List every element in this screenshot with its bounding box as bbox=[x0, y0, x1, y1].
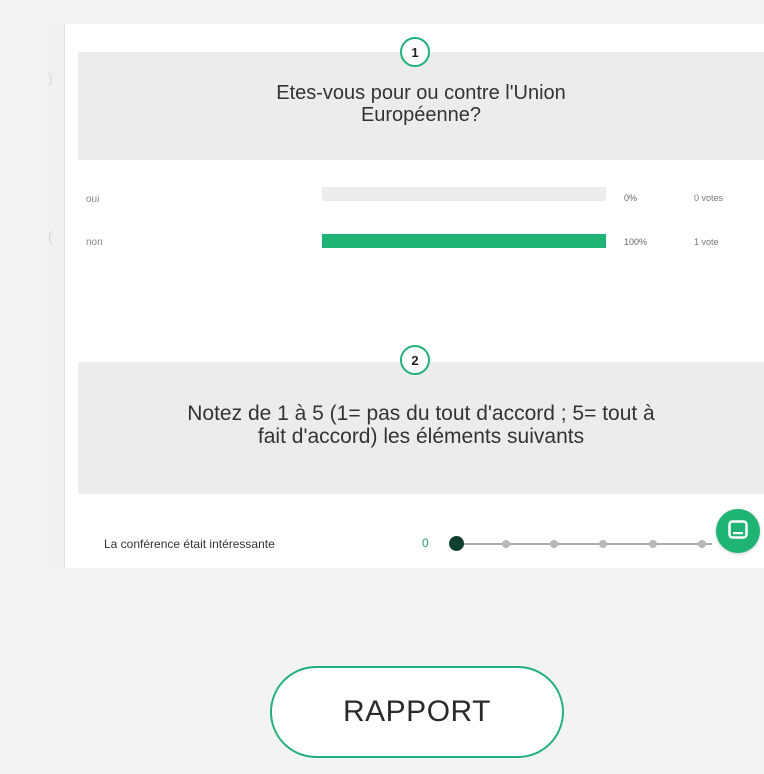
rating-value: 0 bbox=[422, 536, 429, 550]
rating-statement: La conférence était intéressante bbox=[104, 537, 275, 551]
slider-tick[interactable] bbox=[599, 540, 607, 548]
option-percent: 0% bbox=[624, 193, 638, 203]
slider-tick[interactable] bbox=[550, 540, 558, 548]
slider-tick[interactable] bbox=[649, 540, 657, 548]
chat-bubble-icon bbox=[728, 520, 748, 539]
rating-slider-handle[interactable] bbox=[449, 536, 464, 551]
option-votes: 0 votes bbox=[694, 193, 724, 203]
question-2-number-badge: 2 bbox=[400, 345, 430, 375]
question-2-text: Notez de 1 à 5 (1= pas du tout d'accord … bbox=[187, 402, 655, 448]
chat-button[interactable] bbox=[716, 509, 760, 553]
option-label: non bbox=[86, 237, 103, 248]
panel-left-edge bbox=[46, 24, 65, 568]
result-bar bbox=[322, 187, 606, 201]
rapport-button[interactable]: RAPPORT bbox=[270, 666, 564, 758]
question-1-text: Etes-vous pour ou contre l'Union Europée… bbox=[276, 82, 566, 126]
question-1-number-badge: 1 bbox=[400, 37, 430, 67]
slider-tick[interactable] bbox=[698, 540, 706, 548]
edge-glyph-icon: ) bbox=[48, 70, 53, 86]
question-1-header: Etes-vous pour ou contre l'Union Europée… bbox=[78, 52, 764, 160]
rating-slider-track[interactable] bbox=[456, 543, 712, 545]
result-bar bbox=[322, 234, 606, 248]
option-percent: 100% bbox=[624, 237, 648, 247]
option-votes: 1 vote bbox=[694, 237, 719, 247]
result-bar-fill bbox=[322, 234, 606, 248]
slider-tick[interactable] bbox=[502, 540, 510, 548]
edge-glyph-icon: ( bbox=[48, 228, 53, 244]
option-label: oui bbox=[86, 194, 100, 205]
question-2-header: Notez de 1 à 5 (1= pas du tout d'accord … bbox=[78, 362, 764, 494]
